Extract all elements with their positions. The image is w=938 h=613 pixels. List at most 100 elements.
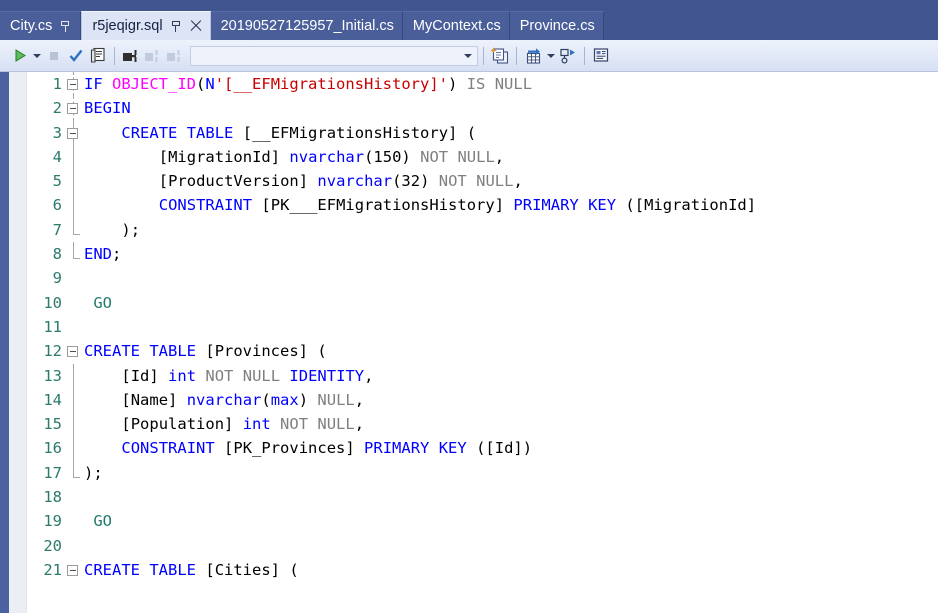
results-options-dropdown[interactable] (544, 45, 557, 67)
document-tab-city-cs[interactable]: City.cs (0, 11, 82, 40)
collapse-region-toggle[interactable] (67, 564, 78, 576)
code-line[interactable]: 10 GO (28, 291, 938, 315)
new-query-sparkle-icon (490, 46, 508, 64)
code-line[interactable]: 18 (28, 485, 938, 509)
database-selector-combobox[interactable] (190, 45, 478, 66)
toolbar-separator-4 (584, 46, 585, 65)
code-line[interactable]: 15 [Population] int NOT NULL, (28, 412, 938, 437)
stop-icon (50, 51, 58, 60)
collapse-region-toggle[interactable] (67, 103, 78, 115)
execution-plan-nodes-icon (560, 48, 575, 64)
connect-button[interactable] (120, 45, 142, 67)
document-tab-r5jeqigr-sql[interactable]: r5jeqigr.sql (81, 11, 211, 40)
code-line-text: BEGIN (84, 99, 131, 118)
code-line[interactable]: 16 CONSTRAINT [PK_Provinces] PRIMARY KEY… (28, 436, 938, 461)
code-line[interactable]: 8 END; (28, 242, 938, 266)
code-line[interactable]: 20 (28, 534, 938, 558)
code-text-area[interactable]: 1 IF OBJECT_ID(N'[__EFMigrationsHistory]'… (28, 72, 938, 613)
tab-label: 20190527125957_Initial.cs (220, 17, 394, 34)
line-number: 14 (43, 390, 62, 409)
code-line-text: CREATE TABLE [__EFMigrationsHistory] ( (121, 123, 477, 142)
line-number: 21 (43, 560, 62, 579)
include-actual-execution-plan-button[interactable] (557, 45, 579, 67)
line-number: 5 (52, 172, 62, 191)
execute-options-dropdown[interactable] (30, 45, 43, 67)
line-number: 2 (52, 99, 62, 118)
results-to-grid-button[interactable] (522, 45, 544, 67)
line-number: 16 (43, 439, 62, 458)
document-tab-strip: City.cs r5jeqigr.sql 20190527125957_Initia… (0, 0, 938, 40)
structure-guide-line (72, 363, 74, 388)
code-line[interactable]: 4 [MigrationId] nvarchar(150) NOT NULL, (28, 144, 938, 170)
tab-label: r5jeqigr.sql (92, 17, 163, 34)
results-to-text-icon (593, 48, 609, 62)
code-line[interactable]: 7 ); (28, 217, 938, 242)
results-to-grid-icon (526, 47, 540, 64)
tab-icon-group (171, 20, 202, 32)
code-line[interactable]: 2 BEGIN (28, 96, 938, 121)
disconnect-plug-icon (145, 49, 158, 62)
code-line-text: [Population] int NOT NULL, (121, 415, 365, 434)
code-line-text: CONSTRAINT [PK___EFMigrationsHistory] PR… (158, 196, 757, 215)
structure-guide-line (72, 193, 74, 218)
code-line[interactable]: 6 CONSTRAINT [PK___EFMigrationsHistory] … (28, 193, 938, 218)
play-icon (15, 49, 26, 62)
editor-left-edge (0, 72, 9, 613)
display-estimated-execution-plan-button[interactable] (87, 45, 109, 67)
tab-label: MyContext.cs (412, 17, 501, 34)
line-number: 15 (43, 415, 62, 434)
document-tab-20190527125957-initial-cs[interactable]: 20190527125957_Initial.cs (210, 11, 403, 40)
line-number: 12 (43, 342, 62, 361)
connect-plug-icon (123, 49, 137, 62)
code-line[interactable]: 3 CREATE TABLE [__EFMigrationsHistory] ( (28, 120, 938, 145)
results-to-text-button[interactable] (590, 45, 612, 67)
code-line[interactable]: 12 CREATE TABLE [Provinces] ( (28, 339, 938, 363)
structure-guide-end (72, 242, 80, 260)
line-number: 13 (43, 366, 62, 385)
line-number: 8 (52, 245, 62, 264)
collapse-region-toggle[interactable] (67, 79, 78, 90)
code-line-text: END; (84, 245, 122, 264)
sql-code-editor[interactable]: 1 IF OBJECT_ID(N'[__EFMigrationsHistory]'… (0, 72, 938, 613)
code-line[interactable]: 1 IF OBJECT_ID(N'[__EFMigrationsHistory]'… (28, 72, 938, 97)
code-line-text: [Id] int NOT NULL IDENTITY, (121, 366, 374, 385)
code-line[interactable]: 9 (28, 266, 938, 290)
code-line-text: [MigrationId] nvarchar(150) NOT NULL, (158, 147, 505, 166)
code-line[interactable]: 11 (28, 315, 938, 339)
execute-query-button[interactable] (8, 45, 30, 67)
code-line-text: CREATE TABLE [Provinces] ( (84, 342, 327, 361)
sql-editor-window: City.cs r5jeqigr.sql 20190527125957_Initia… (0, 0, 938, 613)
estimated-plan-icon (90, 47, 105, 63)
close-icon[interactable] (190, 20, 202, 32)
tab-label: Province.cs (519, 17, 595, 34)
pin-icon[interactable] (171, 20, 183, 32)
code-line-text: [ProductVersion] nvarchar(32) NOT NULL, (158, 172, 523, 191)
code-line-text: ); (121, 220, 141, 239)
collapse-region-toggle[interactable] (67, 127, 78, 139)
code-line[interactable]: 17); (28, 460, 938, 485)
line-number: 1 (52, 75, 62, 93)
tab-icon-group (61, 20, 72, 32)
pin-icon[interactable] (61, 20, 72, 32)
change-connection-button (164, 45, 186, 67)
code-line[interactable]: 5 [ProductVersion] nvarchar(32) NOT NULL… (28, 169, 938, 194)
code-line-text: ); (84, 463, 103, 482)
code-line[interactable]: 19 GO (28, 509, 938, 533)
toolbar-separator-1 (114, 46, 115, 65)
line-number: 11 (43, 317, 62, 336)
change-connection-icon (167, 49, 180, 62)
code-line[interactable]: 21 CREATE TABLE [Cities] ( (28, 558, 938, 582)
structure-guide-line (72, 144, 74, 170)
collapse-region-toggle[interactable] (67, 346, 78, 358)
line-number: 7 (52, 220, 62, 239)
new-query-button[interactable] (489, 45, 511, 67)
code-line[interactable]: 14 [Name] nvarchar(max) NULL, (28, 387, 938, 413)
code-line-text: CONSTRAINT [PK_Provinces] PRIMARY KEY ([… (121, 439, 533, 458)
document-tab-mycontext-cs[interactable]: MyContext.cs (402, 11, 510, 40)
document-tab-province-cs[interactable]: Province.cs (509, 11, 604, 40)
parse-query-button[interactable] (65, 45, 87, 67)
code-line-text: GO (93, 293, 113, 312)
sql-editor-toolbar (0, 40, 938, 72)
editor-indicator-margin[interactable] (9, 72, 27, 613)
code-line[interactable]: 13 [Id] int NOT NULL IDENTITY, (28, 363, 938, 388)
